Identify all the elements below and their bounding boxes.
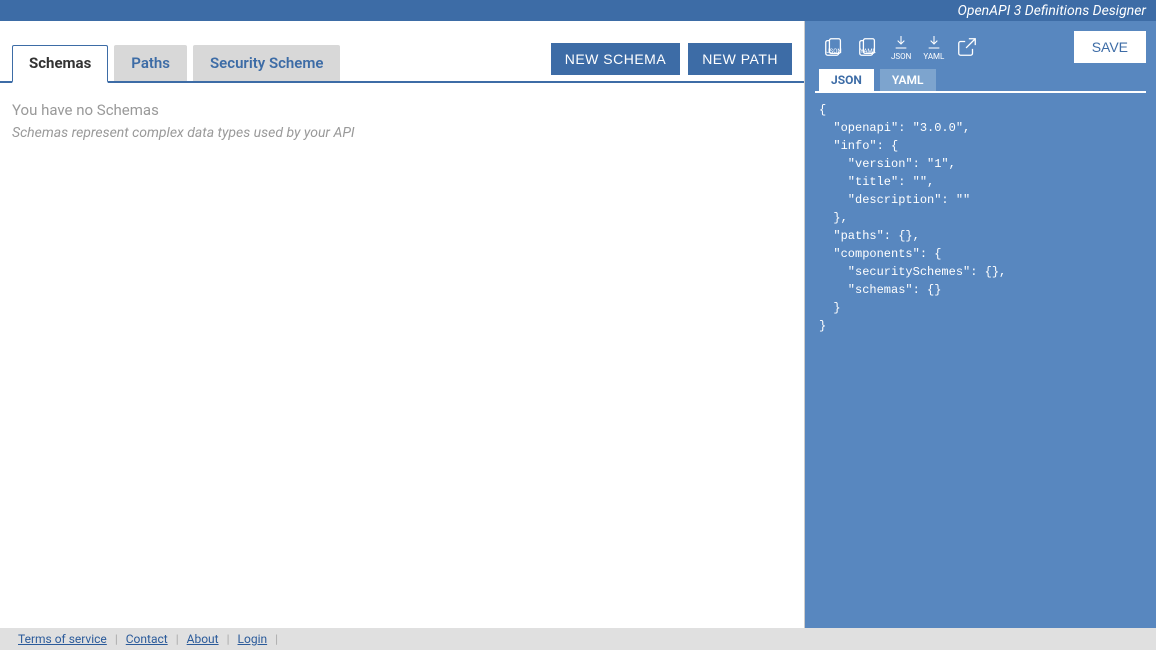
code-preview[interactable]: { "openapi": "3.0.0", "info": { "version…: [805, 93, 1156, 628]
copy-json-icon[interactable]: JSON: [823, 36, 845, 58]
format-tabs: JSON YAML: [815, 69, 1146, 93]
download-json-button[interactable]: JSON: [891, 34, 911, 61]
footer-link-terms[interactable]: Terms of service: [18, 632, 107, 646]
left-content: You have no Schemas Schemas represent co…: [0, 83, 804, 159]
empty-state-heading: You have no Schemas: [12, 101, 792, 119]
page-title: OpenAPI 3 Definitions Designer: [957, 3, 1146, 19]
footer-link-contact[interactable]: Contact: [126, 632, 168, 646]
tab-security-scheme[interactable]: Security Scheme: [193, 45, 340, 81]
top-bar: OpenAPI 3 Definitions Designer: [0, 0, 1156, 21]
tab-paths[interactable]: Paths: [114, 45, 187, 81]
new-schema-button[interactable]: NEW SCHEMA: [551, 43, 680, 75]
copy-yaml-icon[interactable]: YAML: [857, 36, 879, 58]
right-toolbar: JSON YAML JSON YAML SAVE: [805, 21, 1156, 69]
action-buttons: NEW SCHEMA NEW PATH: [551, 43, 792, 75]
footer-separator: |: [176, 632, 179, 646]
left-panel: Schemas Paths Security Scheme NEW SCHEMA…: [0, 21, 805, 628]
tabs-row: Schemas Paths Security Scheme: [12, 45, 340, 81]
footer: Terms of service | Contact | About | Log…: [0, 628, 1156, 650]
main-container: Schemas Paths Security Scheme NEW SCHEMA…: [0, 21, 1156, 628]
footer-separator: |: [115, 632, 118, 646]
footer-link-login[interactable]: Login: [238, 632, 268, 646]
left-header: Schemas Paths Security Scheme NEW SCHEMA…: [0, 21, 804, 83]
new-path-button[interactable]: NEW PATH: [688, 43, 792, 75]
format-tab-json[interactable]: JSON: [819, 69, 874, 91]
tab-schemas[interactable]: Schemas: [12, 45, 108, 83]
empty-state-subtext: Schemas represent complex data types use…: [12, 125, 792, 141]
toolbar-icons: JSON YAML JSON YAML: [823, 34, 978, 61]
download-yaml-label: YAML: [923, 52, 944, 61]
right-panel: JSON YAML JSON YAML SAVE: [805, 21, 1156, 628]
download-yaml-button[interactable]: YAML: [923, 34, 944, 61]
download-json-label: JSON: [891, 52, 911, 61]
footer-separator: |: [275, 632, 278, 646]
save-button[interactable]: SAVE: [1074, 31, 1146, 63]
open-external-icon[interactable]: [956, 36, 978, 58]
format-tab-yaml[interactable]: YAML: [880, 69, 936, 91]
footer-separator: |: [227, 632, 230, 646]
footer-link-about[interactable]: About: [187, 632, 219, 646]
